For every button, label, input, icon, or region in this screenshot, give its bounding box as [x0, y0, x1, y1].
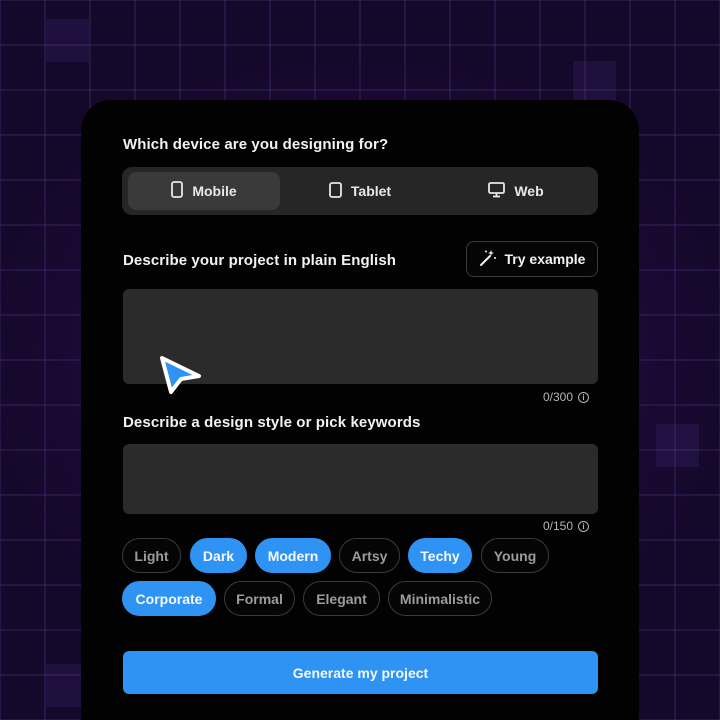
generate-project-button[interactable]: Generate my project — [123, 651, 598, 694]
info-icon[interactable]: i — [578, 391, 589, 403]
device-selector: Mobile Tablet Web — [122, 167, 598, 215]
counter-text: 0/300 — [542, 390, 573, 404]
keyword-chip-modern[interactable]: Modern — [255, 538, 331, 573]
phone-icon — [171, 181, 184, 201]
style-char-counter: 0/150 i — [543, 519, 589, 533]
keyword-chip-young[interactable]: Young — [481, 538, 549, 573]
design-style-label: Describe a design style or pick keywords — [123, 414, 421, 431]
monitor-icon — [488, 181, 506, 201]
device-option-label: Tablet — [350, 183, 392, 199]
device-option-label: Web — [514, 183, 544, 199]
device-option-tablet[interactable]: Tablet — [284, 172, 436, 210]
try-example-label: Try example — [504, 251, 586, 267]
background-tile — [573, 61, 616, 104]
tablet-icon — [328, 181, 342, 201]
keyword-chip-light[interactable]: Light — [122, 538, 181, 573]
background-tile — [656, 424, 699, 467]
try-example-button[interactable]: Try example — [466, 241, 598, 277]
background-tile — [46, 19, 89, 62]
cursor-pointer-icon — [155, 352, 203, 401]
keyword-chip-formal[interactable]: Formal — [224, 581, 295, 616]
keyword-chip-techy[interactable]: Techy — [408, 538, 472, 573]
device-option-web[interactable]: Web — [440, 172, 592, 210]
create-project-card: Which device are you designing for? Mobi… — [81, 100, 639, 720]
design-style-input[interactable] — [123, 444, 598, 514]
counter-text: 0/150 — [542, 519, 573, 533]
keyword-chip-minimalistic[interactable]: Minimalistic — [388, 581, 492, 616]
keyword-chip-dark[interactable]: Dark — [190, 538, 247, 573]
magic-wand-icon — [479, 249, 497, 270]
project-char-counter: 0/300 i — [543, 390, 589, 404]
device-option-mobile[interactable]: Mobile — [128, 172, 280, 210]
keyword-chip-corporate[interactable]: Corporate — [122, 581, 216, 616]
info-icon[interactable]: i — [578, 520, 589, 532]
device-question-label: Which device are you designing for? — [123, 136, 389, 153]
keyword-chip-artsy[interactable]: Artsy — [339, 538, 400, 573]
device-option-label: Mobile — [192, 183, 237, 199]
keyword-chip-elegant[interactable]: Elegant — [303, 581, 380, 616]
project-description-label: Describe your project in plain English — [123, 252, 397, 269]
